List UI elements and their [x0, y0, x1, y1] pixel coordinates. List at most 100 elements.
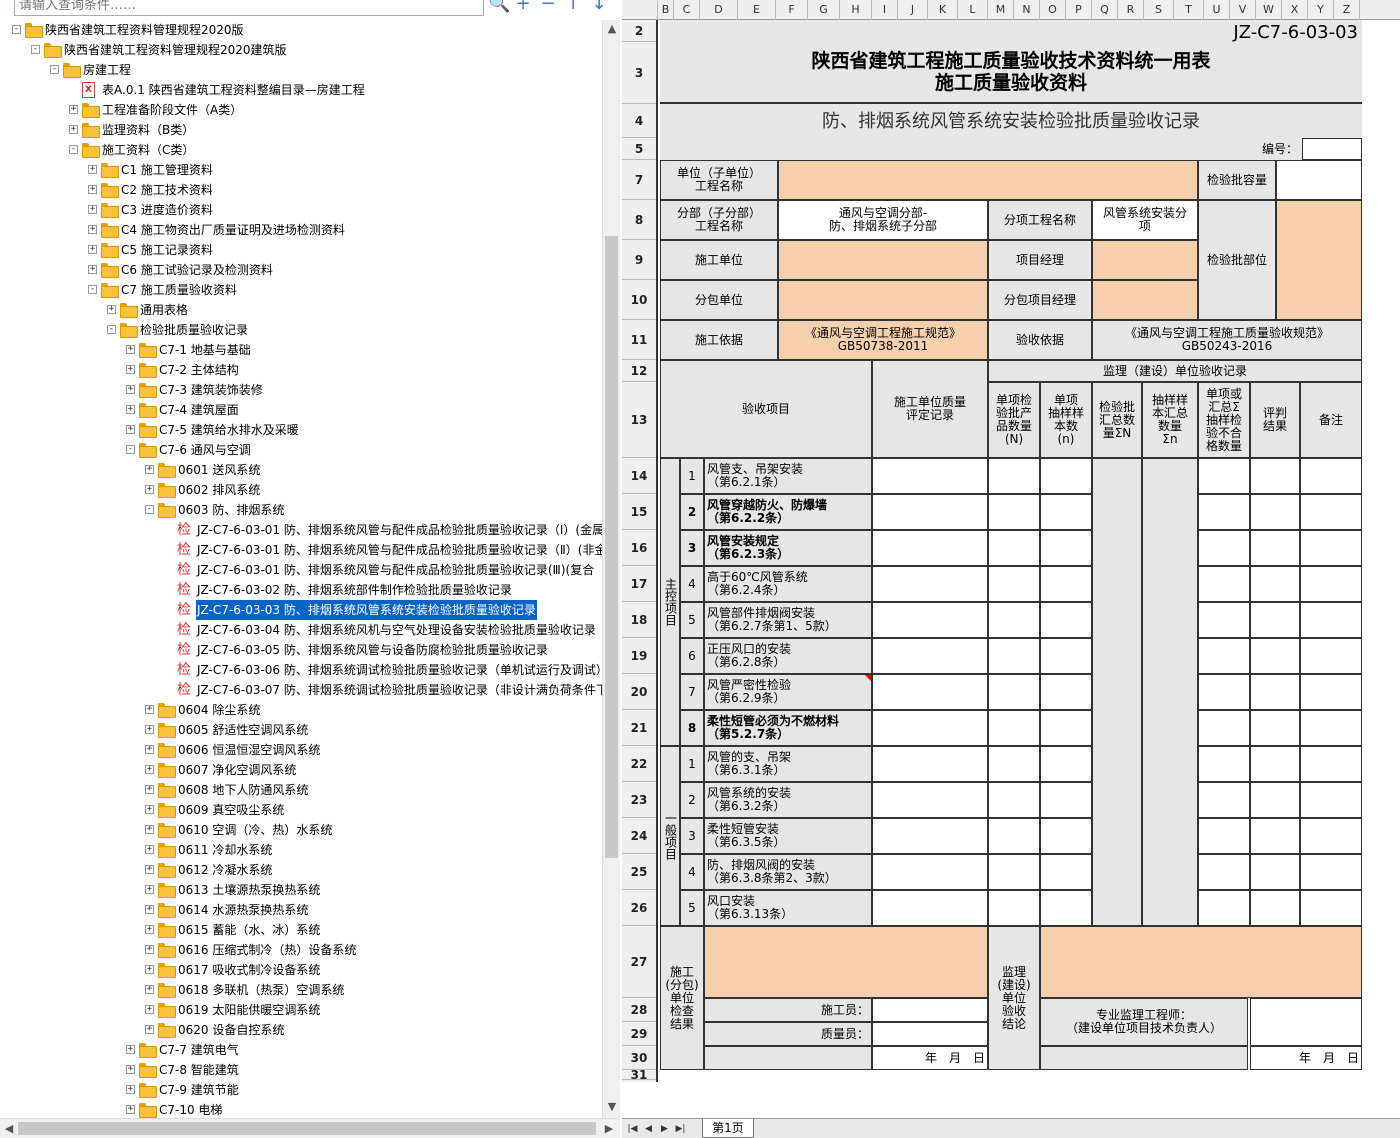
general-item-input[interactable] — [1250, 854, 1300, 890]
expand-icon[interactable]: + — [88, 165, 97, 174]
expand-icon[interactable]: + — [126, 1085, 135, 1094]
main-item-input[interactable] — [1040, 602, 1092, 638]
tree-node[interactable]: 检 JZ-C7-6-03-02 防、排烟系统部件制作检验批质量验收记录 — [0, 580, 602, 600]
main-item-input[interactable] — [872, 458, 988, 494]
prev-sheet-icon[interactable]: ◀ — [642, 1123, 655, 1136]
general-item-input[interactable] — [872, 818, 988, 854]
general-item-input[interactable] — [988, 818, 1040, 854]
main-item-input[interactable] — [872, 602, 988, 638]
row-header[interactable]: 8 — [622, 200, 656, 240]
move-down-icon[interactable]: ↓ — [588, 0, 610, 16]
tree-node[interactable]: - 检验批质量验收记录 — [0, 320, 602, 340]
select-all-corner[interactable] — [622, 0, 658, 20]
main-item-input[interactable] — [1300, 674, 1362, 710]
collapse-icon[interactable]: - — [12, 25, 21, 34]
column-header[interactable]: U — [1204, 0, 1230, 20]
row-header[interactable]: 18 — [622, 602, 656, 638]
row-header[interactable]: 10 — [622, 280, 656, 320]
project-manager-value[interactable] — [1092, 240, 1198, 280]
main-item-input[interactable] — [1198, 566, 1250, 602]
expand-icon[interactable]: + — [88, 205, 97, 214]
tree-node[interactable]: 检 JZ-C7-6-03-03 防、排烟系统风管系统安装检验批质量验收记录 — [0, 599, 602, 621]
expand-icon[interactable]: + — [107, 305, 116, 314]
tree-node[interactable]: +0607 净化空调风系统 — [0, 760, 602, 780]
tree-node[interactable]: 检 JZ-C7-6-03-05 防、排烟系统风管与设备防腐检验批质量验收记录 — [0, 640, 602, 660]
general-item-input[interactable] — [872, 782, 988, 818]
collapse-icon[interactable]: - — [69, 145, 78, 154]
general-item-input[interactable] — [872, 890, 988, 926]
column-header[interactable]: B — [658, 0, 674, 20]
general-item-input[interactable] — [1198, 854, 1250, 890]
tree-node[interactable]: - C7-6 通风与空调 — [0, 440, 602, 460]
collapse-icon[interactable]: - — [126, 445, 135, 454]
main-item-input[interactable] — [1040, 710, 1092, 746]
tree-node[interactable]: + C1 施工管理资料 — [0, 160, 602, 180]
tree-node[interactable]: +0608 地下人防通风系统 — [0, 780, 602, 800]
row-header[interactable]: 26 — [622, 890, 656, 926]
row-header[interactable]: 16 — [622, 530, 656, 566]
main-item-input[interactable] — [988, 710, 1040, 746]
expand-icon[interactable]: + — [126, 345, 135, 354]
unit-project-value[interactable] — [778, 160, 1198, 200]
general-item-input[interactable] — [1198, 818, 1250, 854]
expand-icon[interactable]: + — [126, 425, 135, 434]
tree-node[interactable]: +0604 除尘系统 — [0, 700, 602, 720]
tree-node[interactable]: + C7-1 地基与基础 — [0, 340, 602, 360]
row-header[interactable]: 23 — [622, 782, 656, 818]
row-header[interactable]: 7 — [622, 160, 656, 200]
row-header[interactable]: 29 — [622, 1022, 656, 1046]
general-item-input[interactable] — [1040, 890, 1092, 926]
scroll-up-arrow-icon[interactable]: ▲ — [603, 20, 621, 38]
expand-icon[interactable]: + — [145, 805, 154, 814]
tree-node[interactable]: +0619 太阳能供暖空调系统 — [0, 1000, 602, 1020]
tree-node[interactable]: +0620 设备自控系统 — [0, 1020, 602, 1040]
expand-icon[interactable]: + — [145, 945, 154, 954]
tree-node[interactable]: +0601 送风系统 — [0, 460, 602, 480]
main-item-input[interactable] — [988, 530, 1040, 566]
tree-node[interactable]: - 房建工程 — [0, 60, 602, 80]
tree-node[interactable]: + C7-7 建筑电气 — [0, 1040, 602, 1060]
expand-icon[interactable]: + — [126, 1105, 135, 1114]
main-item-input[interactable] — [1040, 566, 1092, 602]
row-header[interactable]: 21 — [622, 710, 656, 746]
batch-location-value[interactable] — [1276, 200, 1362, 320]
column-header[interactable]: L — [958, 0, 988, 20]
main-item-input[interactable] — [1250, 602, 1300, 638]
scroll-right-arrow-icon[interactable]: ▶ — [600, 1120, 618, 1138]
expand-icon[interactable]: + — [88, 185, 97, 194]
tree-node[interactable]: 检 JZ-C7-6-03-01 防、排烟系统风管与配件成品检验批质量验收记录(Ⅲ)… — [0, 560, 602, 580]
expand-icon[interactable]: + — [145, 785, 154, 794]
main-item-input[interactable] — [1040, 638, 1092, 674]
column-header[interactable]: Q — [1092, 0, 1118, 20]
horizontal-scrollbar-thumb[interactable] — [18, 1122, 596, 1135]
main-item-input[interactable] — [1300, 458, 1362, 494]
sheet-tab-page1[interactable]: 第1页 — [702, 1119, 754, 1138]
row-header[interactable]: 17 — [622, 566, 656, 602]
main-item-input[interactable] — [1040, 494, 1092, 530]
tree-node[interactable]: + C5 施工记录资料 — [0, 240, 602, 260]
row-header[interactable]: 9 — [622, 240, 656, 280]
main-item-input[interactable] — [988, 674, 1040, 710]
expand-icon[interactable]: + — [145, 845, 154, 854]
expand-icon[interactable]: + — [126, 365, 135, 374]
batch-capacity-value[interactable] — [1276, 160, 1362, 200]
collapse-icon[interactable]: - — [88, 285, 97, 294]
main-item-input[interactable] — [1198, 530, 1250, 566]
tree-node[interactable]: +0617 吸收式制冷设备系统 — [0, 960, 602, 980]
main-item-input[interactable] — [1040, 674, 1092, 710]
main-item-input[interactable] — [872, 494, 988, 530]
general-item-input[interactable] — [1040, 782, 1092, 818]
tree-node[interactable]: - 0603 防、排烟系统 — [0, 500, 602, 520]
main-item-input[interactable] — [1198, 674, 1250, 710]
tree-node[interactable]: + C7-10 电梯 — [0, 1100, 602, 1118]
expand-icon[interactable]: + — [145, 705, 154, 714]
tree-node[interactable]: +0613 土壤源热泵换热系统 — [0, 880, 602, 900]
tree-node[interactable]: + C6 施工试验记录及检测资料 — [0, 260, 602, 280]
row-header[interactable]: 20 — [622, 674, 656, 710]
row-header[interactable]: 15 — [622, 494, 656, 530]
collapse-icon[interactable]: - — [145, 505, 154, 514]
column-header[interactable]: I — [872, 0, 898, 20]
remove-icon[interactable]: − — [537, 0, 559, 16]
tree-node[interactable]: 检 JZ-C7-6-03-01 防、排烟系统风管与配件成品检验批质量验收记录（Ⅱ）… — [0, 540, 602, 560]
column-header[interactable]: T — [1174, 0, 1204, 20]
